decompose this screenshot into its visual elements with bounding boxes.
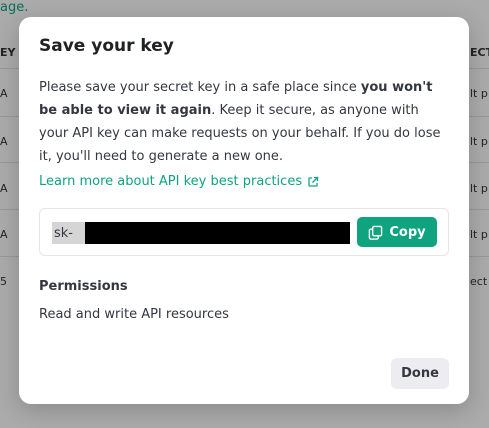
save-key-dialog: Save your key Please save your secret ke… bbox=[19, 17, 469, 404]
copy-button-label: Copy bbox=[389, 224, 426, 240]
description-text: Please save your secret key in a safe pl… bbox=[39, 80, 361, 95]
permissions-value: Read and write API resources bbox=[39, 307, 229, 322]
secret-key-field[interactable]: sk- bbox=[52, 222, 350, 244]
external-link-icon bbox=[308, 176, 319, 187]
dialog-title: Save your key bbox=[39, 36, 174, 56]
secret-key-container: sk- Copy bbox=[39, 208, 449, 256]
copy-icon bbox=[369, 225, 383, 240]
dialog-description: Please save your secret key in a safe pl… bbox=[39, 76, 449, 168]
secret-key-redaction bbox=[85, 222, 350, 244]
secret-key-prefix: sk- bbox=[54, 225, 73, 241]
learn-more-label: Learn more about API key best practices bbox=[39, 174, 303, 189]
learn-more-link[interactable]: Learn more about API key best practices bbox=[39, 174, 319, 189]
done-button[interactable]: Done bbox=[391, 358, 449, 389]
permissions-heading: Permissions bbox=[39, 279, 128, 294]
copy-button[interactable]: Copy bbox=[357, 217, 437, 247]
